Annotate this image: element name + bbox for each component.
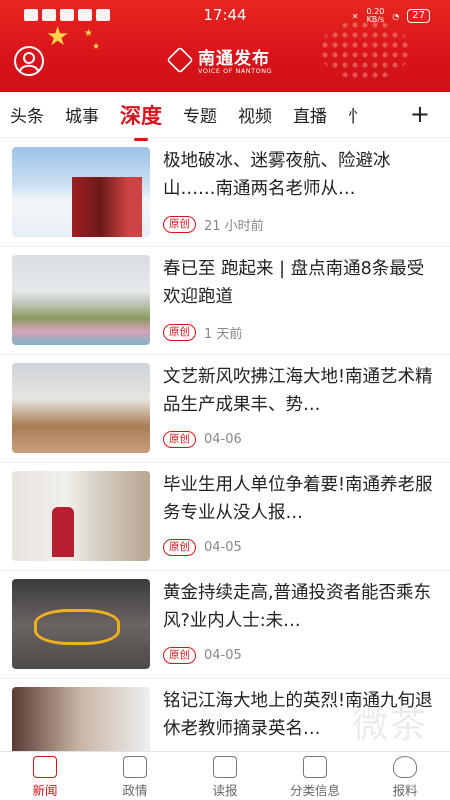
article-time: 04-05	[204, 540, 242, 555]
nav-label: 政情	[122, 783, 148, 798]
article-thumbnail	[12, 579, 150, 669]
mute-icon: ✕	[351, 11, 359, 21]
article-thumbnail	[12, 255, 150, 345]
logo-mark-icon	[166, 45, 194, 74]
nav-label: 分类信息	[289, 783, 340, 798]
article-thumbnail	[12, 471, 150, 561]
list-item[interactable]: 春已至 跑起来 | 盘点南通8条最受欢迎跑道 原创 1 天前	[0, 247, 450, 355]
tab-shipin[interactable]: 视频	[238, 102, 272, 127]
article-thumbnail	[12, 363, 150, 453]
bottom-navigation: 新闻 政情 读报 分类信息 报料	[0, 751, 450, 800]
wifi-icon: ◔	[392, 11, 400, 21]
tab-zhuanti[interactable]: 专题	[183, 102, 217, 127]
article-title: 文艺新风吹拂江海大地!南通艺术精品生产成果丰、势…	[163, 367, 433, 415]
nav-report[interactable]: 报料	[360, 752, 450, 800]
tab-zhibo[interactable]: 直播	[293, 102, 327, 127]
list-item[interactable]: 黄金持续走高,普通投资者能否乘东风?业内人士:未… 原创 04-05	[0, 571, 450, 679]
article-time: 21 小时前	[204, 219, 264, 234]
nav-news[interactable]: 新闻	[0, 752, 90, 800]
star-icon: ★	[84, 28, 93, 39]
article-title: 毕业生用人单位争着要!南通养老服务专业从没人报…	[163, 475, 433, 523]
add-channel-button[interactable]: +	[410, 100, 430, 128]
list-item[interactable]: 文艺新风吹拂江海大地!南通艺术精品生产成果丰、势… 原创 04-06	[0, 355, 450, 463]
firework-decoration	[320, 20, 410, 80]
article-title: 极地破冰、迷雾夜航、险避冰山……南通两名老师从…	[163, 151, 391, 199]
original-badge: 原创	[163, 324, 196, 341]
nav-read-paper[interactable]: 读报	[180, 752, 270, 800]
app-logo: 南通发布 VOICE OF NANTONG	[166, 44, 273, 75]
nav-label: 读报	[212, 783, 238, 798]
article-list: 极地破冰、迷雾夜航、险避冰山……南通两名老师从… 原创 21 小时前 春已至 跑起…	[0, 139, 450, 787]
article-time: 04-06	[204, 432, 242, 447]
battery-indicator: 27	[407, 9, 430, 23]
article-time: 04-05	[204, 648, 242, 663]
newspaper-icon	[33, 756, 57, 778]
tab-chengshi[interactable]: 城事	[65, 102, 99, 127]
tab-shendu[interactable]: 深度	[120, 100, 162, 141]
star-icon: ★	[46, 22, 70, 52]
nav-classifieds[interactable]: 分类信息	[270, 752, 360, 800]
brand-subtitle: VOICE OF NANTONG	[198, 67, 273, 75]
article-title: 春已至 跑起来 | 盘点南通8条最受欢迎跑道	[163, 259, 425, 307]
list-item[interactable]: 极地破冰、迷雾夜航、险避冰山……南通两名老师从… 原创 21 小时前	[0, 139, 450, 247]
article-thumbnail	[12, 147, 150, 237]
user-avatar-button[interactable]	[14, 46, 44, 76]
star-icon: ★	[92, 42, 101, 52]
article-title: 黄金持续走高,普通投资者能否乘东风?业内人士:未…	[163, 583, 432, 631]
nav-politics[interactable]: 政情	[90, 752, 180, 800]
article-time: 1 天前	[204, 327, 243, 342]
user-icon	[19, 52, 39, 72]
channel-tabs: 头条 城事 深度 专题 视频 直播 忄	[0, 92, 450, 141]
tab-toutiao[interactable]: 头条	[10, 102, 44, 127]
original-badge: 原创	[163, 647, 196, 664]
app-header: 17:44 ✕ 0.20 KB/s ◔ 27 ★ ★ ★ 南通发布 VOICE …	[0, 0, 450, 92]
original-badge: 原创	[163, 431, 196, 448]
tab-partial[interactable]: 忄	[348, 102, 362, 127]
watermark: 微茶	[351, 705, 428, 746]
original-badge: 原创	[163, 539, 196, 556]
document-icon	[123, 756, 147, 778]
brand-name: 南通发布	[198, 49, 270, 69]
heart-icon	[393, 756, 417, 778]
list-item[interactable]: 毕业生用人单位争着要!南通养老服务专业从没人报… 原创 04-05	[0, 463, 450, 571]
nav-label: 报料	[392, 783, 418, 798]
book-icon	[213, 756, 237, 778]
gift-icon	[303, 756, 327, 778]
nav-label: 新闻	[32, 783, 58, 798]
original-badge: 原创	[163, 216, 196, 233]
